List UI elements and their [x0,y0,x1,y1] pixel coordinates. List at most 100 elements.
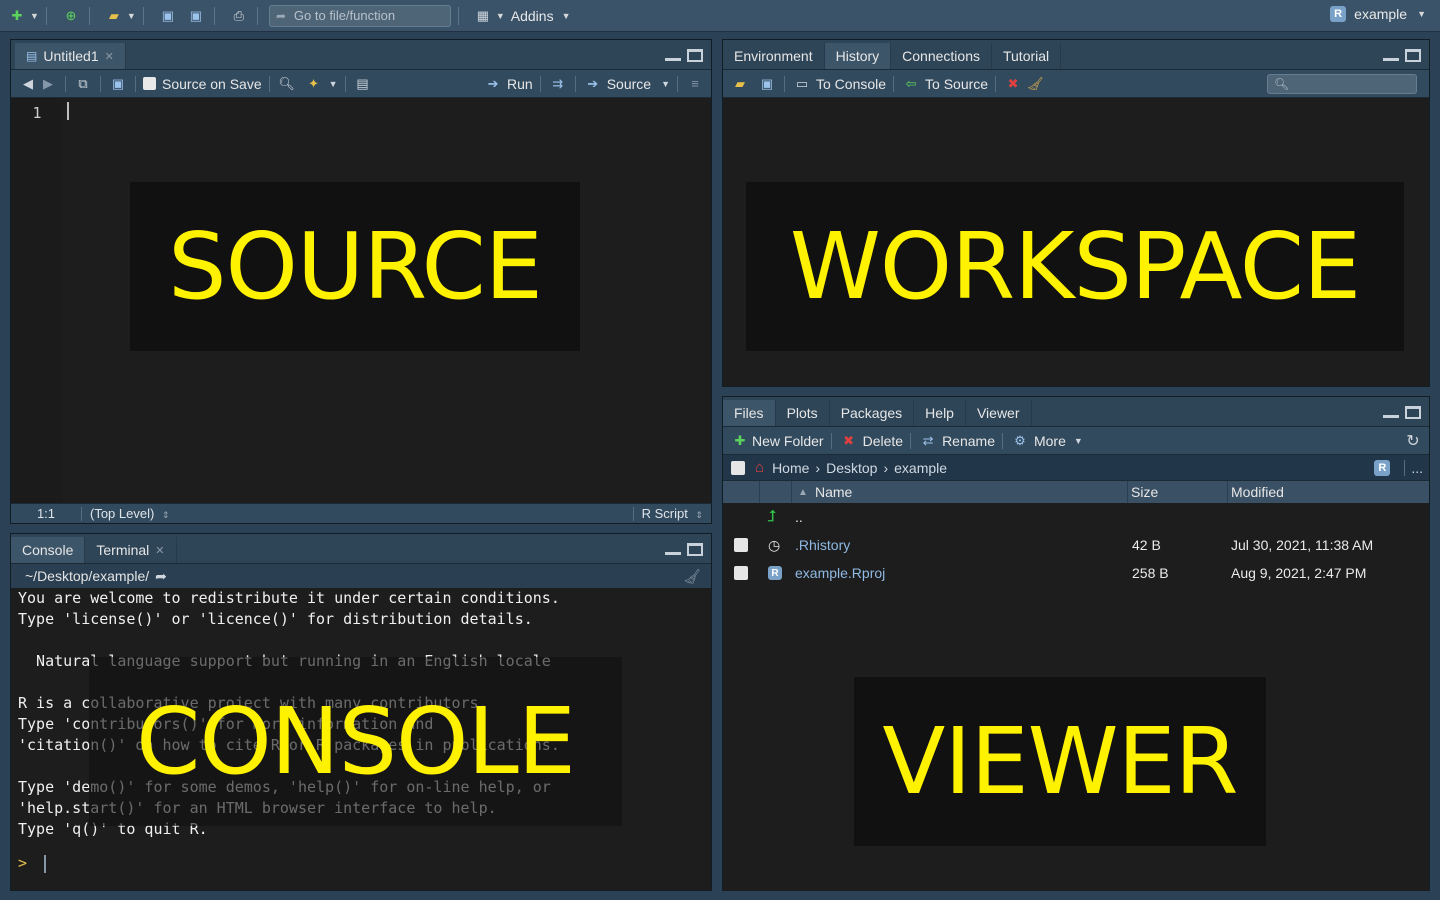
find-replace-icon[interactable]: 🔍︎ [277,75,297,93]
load-history-icon[interactable]: ▰ [730,75,750,93]
rename-button[interactable]: Rename [942,433,995,449]
addins-dropdown-icon[interactable]: ▼ [562,11,571,21]
tab-terminal[interactable]: Terminal ✕ [85,537,177,563]
code-tools-dropdown-icon[interactable]: ▼ [329,79,338,89]
search-icon: 🔍︎ [1274,76,1290,91]
source-on-save-checkbox[interactable] [143,77,156,90]
breadcrumb-desktop[interactable]: Desktop [826,460,877,476]
more-options-button[interactable]: ... [1411,460,1423,476]
go-to-directory-icon[interactable]: ➦ [155,568,167,585]
run-icon[interactable]: ➔ [483,75,503,93]
save-all-icon[interactable]: ▣ [185,6,207,26]
breadcrumb-home[interactable]: Home [772,460,809,476]
column-name[interactable]: Name [815,484,852,500]
home-icon[interactable]: ⌂ [755,459,764,476]
tab-plots[interactable]: Plots [776,400,830,426]
console-output[interactable]: You are welcome to redistribute it under… [11,588,711,890]
breadcrumb-example[interactable]: example [894,460,947,476]
more-button[interactable]: More [1034,433,1066,449]
maximize-pane-icon[interactable] [1405,406,1421,419]
goto-file-function-input[interactable]: ➦ Go to file/function [268,4,451,27]
tab-tutorial[interactable]: Tutorial [992,43,1062,69]
rerun-icon[interactable]: ⇉ [548,75,568,93]
minimize-pane-icon[interactable] [665,57,681,61]
tab-untitled1[interactable]: ▤ Untitled1 ✕ [15,43,126,69]
save-icon[interactable]: ▣ [157,6,179,26]
rename-icon[interactable]: ⇄ [918,432,938,450]
pane-layout-dropdown-icon[interactable]: ▼ [496,11,505,21]
refresh-icon[interactable]: ↻ [1403,432,1423,450]
close-tab-icon[interactable]: ✕ [155,544,164,557]
delete-icon[interactable]: ✖ [839,432,859,450]
remove-entries-icon[interactable]: ✖ [1003,75,1023,93]
to-console-icon[interactable]: ▭ [792,75,812,93]
project-menu[interactable]: R example ▼ [1330,6,1426,22]
table-row[interactable]: ◷ .Rhistory 42 B Jul 30, 2021, 11:38 AM [723,531,1429,559]
save-file-icon[interactable]: ▣ [108,75,128,93]
close-tab-icon[interactable]: ✕ [105,50,114,63]
column-size[interactable]: Size [1131,484,1158,500]
tab-history[interactable]: History [824,43,892,69]
print-icon[interactable]: ⎙ [228,6,250,26]
file-name-link[interactable]: example.Rproj [795,565,885,581]
parent-directory-row[interactable]: ⮥ .. [723,503,1429,531]
minimize-pane-icon[interactable] [1383,414,1399,418]
tab-packages[interactable]: Packages [830,400,915,426]
go-to-project-directory-icon[interactable]: R [1374,459,1391,476]
column-modified[interactable]: Modified [1231,484,1284,500]
history-search-input[interactable]: 🔍︎ [1267,73,1417,94]
new-file-dropdown-icon[interactable]: ▼ [30,11,39,21]
show-in-new-window-icon[interactable]: ⧉ [73,75,93,93]
maximize-pane-icon[interactable] [1405,49,1421,62]
files-toolbar: ✚ New Folder ✖ Delete ⇄ Rename ⚙ More ▼ … [723,427,1429,455]
save-history-icon[interactable]: ▣ [757,75,777,93]
run-button[interactable]: Run [507,76,533,92]
source-dropdown-icon[interactable]: ▼ [661,79,670,89]
console-prompt[interactable]: > [18,854,47,873]
file-type-updown-icon: ⇕ [695,510,703,520]
tab-environment[interactable]: Environment [723,43,825,69]
table-row[interactable]: R example.Rproj 258 B Aug 9, 2021, 2:47 … [723,559,1429,587]
open-file-dropdown-icon[interactable]: ▼ [127,11,136,21]
tab-console[interactable]: Console [11,537,86,563]
tab-connections[interactable]: Connections [891,43,992,69]
maximize-pane-icon[interactable] [687,49,703,62]
new-file-icon[interactable]: ✚ [6,6,28,26]
forward-icon[interactable]: ▶ [38,75,58,93]
code-editor[interactable]: 1 SOURCE [11,98,711,504]
tab-help[interactable]: Help [914,400,966,426]
clear-history-broom-icon[interactable]: 🧹︎ [1025,75,1045,93]
new-folder-icon[interactable]: ✚ [730,432,750,450]
pane-layout-icon[interactable]: ▦ [472,6,494,26]
source-button[interactable]: Source [607,76,651,92]
code-tools-icon[interactable]: ✦ [304,75,324,93]
more-dropdown-icon[interactable]: ▼ [1074,436,1083,446]
source-icon[interactable]: ➔ [583,75,603,93]
open-file-icon[interactable]: ▰ [103,6,125,26]
tab-viewer[interactable]: Viewer [966,400,1032,426]
more-gear-icon[interactable]: ⚙ [1010,432,1030,450]
minimize-pane-icon[interactable] [1383,57,1399,61]
file-type-selector[interactable]: R Script ⇕ [642,506,703,521]
to-source-button[interactable]: To Source [925,76,988,92]
addins-menu[interactable]: Addins [511,8,554,24]
tab-files[interactable]: Files [723,400,776,426]
back-icon[interactable]: ◀ [18,75,38,93]
clear-console-broom-icon[interactable]: 🧹︎ [683,568,701,585]
source-pane: ▤ Untitled1 ✕ ◀ ▶ ⧉ ▣ Source on Save 🔍︎ … [10,39,712,524]
document-outline-icon[interactable]: ≡ [685,75,705,93]
delete-button[interactable]: Delete [863,433,903,449]
new-project-icon[interactable]: ⊕ [60,6,82,26]
scope-selector[interactable]: (Top Level) ⇕ [90,506,169,521]
compile-report-icon[interactable]: ▤ [353,75,373,93]
maximize-pane-icon[interactable] [687,543,703,556]
row-checkbox[interactable] [734,566,748,580]
to-console-button[interactable]: To Console [816,76,886,92]
to-source-icon[interactable]: ⇦ [901,75,921,93]
history-list[interactable]: WORKSPACE [723,98,1429,386]
new-folder-button[interactable]: New Folder [752,433,824,449]
row-checkbox[interactable] [734,538,748,552]
select-all-checkbox[interactable] [731,460,745,475]
file-name-link[interactable]: .Rhistory [795,537,850,553]
minimize-pane-icon[interactable] [665,551,681,555]
